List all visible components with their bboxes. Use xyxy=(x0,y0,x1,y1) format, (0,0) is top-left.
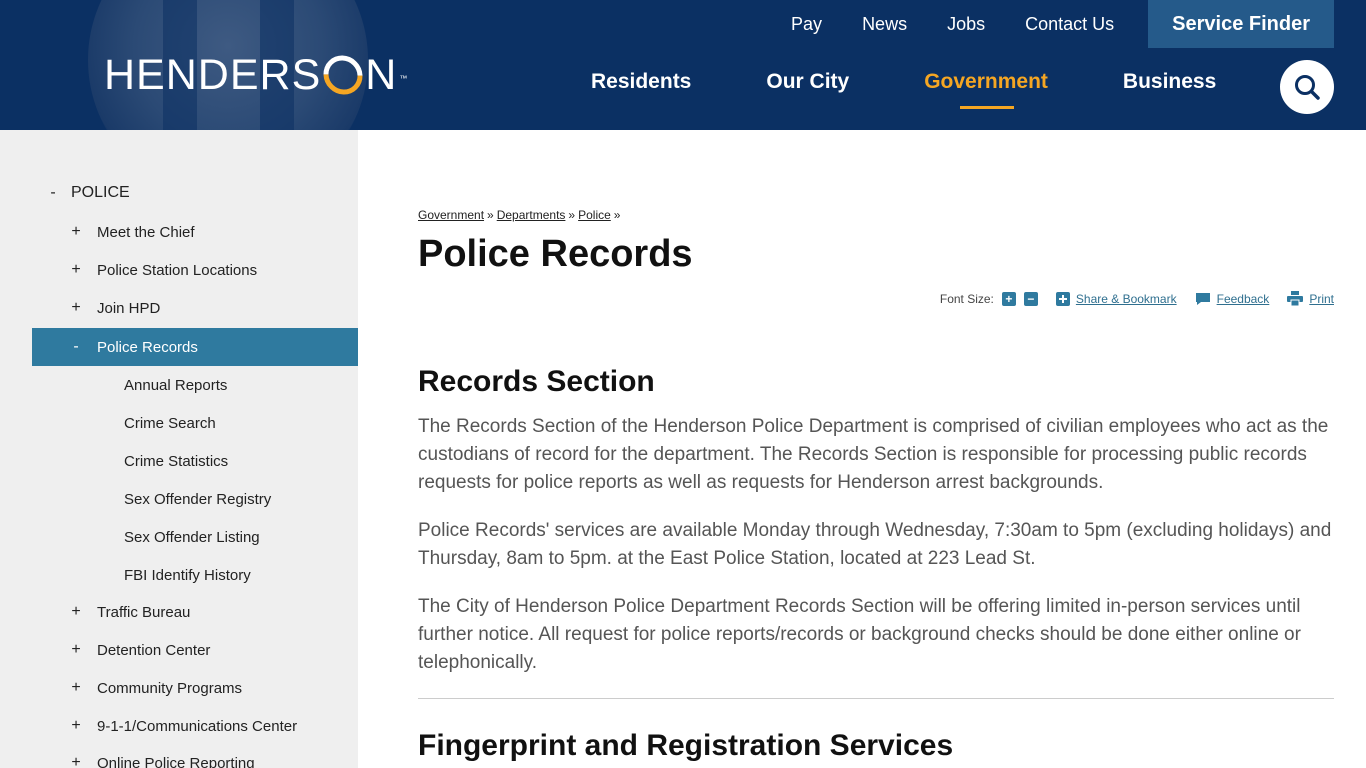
page-tools: Font Size: + − Share & Bookmark Feedback… xyxy=(940,291,1334,306)
breadcrumb-separator: » xyxy=(487,208,494,222)
nav-government[interactable]: Government xyxy=(924,70,1048,109)
sidebar-item-label: Crime Search xyxy=(124,414,216,432)
sidebar-item-fbi-identify-history[interactable]: FBI Identify History xyxy=(32,556,358,594)
logo-trademark: ™ xyxy=(399,74,409,83)
sidebar-item-label: Community Programs xyxy=(97,679,243,697)
sidebar-item-label: 9-1-1/Communications Center xyxy=(97,717,298,735)
sidebar-item-label: Crime Statistics xyxy=(124,452,229,470)
util-link-contact-us[interactable]: Contact Us xyxy=(1025,14,1114,35)
sidebar-item-label: Sex Offender Listing xyxy=(124,528,260,546)
page-title: Police Records xyxy=(418,233,693,275)
sidebar-item-crime-search[interactable]: Crime Search xyxy=(32,404,358,442)
search-button[interactable] xyxy=(1280,60,1334,114)
sidebar-item-sex-offender-registry[interactable]: Sex Offender Registry xyxy=(32,480,358,518)
records-paragraph-1: The Records Section of the Henderson Pol… xyxy=(418,416,1329,493)
expand-icon[interactable]: + xyxy=(69,261,83,279)
henderson-logo[interactable]: HENDERS N ™ xyxy=(104,47,408,103)
expand-icon[interactable]: + xyxy=(69,603,83,621)
breadcrumb-police[interactable]: Police xyxy=(578,208,611,222)
collapse-icon[interactable]: - xyxy=(69,338,83,356)
sidebar-item-traffic-bureau[interactable]: + Traffic Bureau xyxy=(32,593,358,631)
sidebar-item-label: Police Station Locations xyxy=(97,261,258,279)
search-icon xyxy=(1295,75,1320,100)
util-link-jobs[interactable]: Jobs xyxy=(947,14,985,35)
font-size-label: Font Size: xyxy=(939,291,994,306)
breadcrumb-departments[interactable]: Departments xyxy=(497,208,566,222)
printer-icon xyxy=(1287,291,1304,306)
expand-icon[interactable]: + xyxy=(69,679,83,697)
font-increase-button[interactable]: + xyxy=(1001,291,1016,306)
sidebar-nav: - POLICE + Meet the Chief + Police Stati… xyxy=(0,130,358,768)
sidebar-item-label: FBI Identify History xyxy=(124,566,251,584)
breadcrumb-government[interactable]: Government xyxy=(418,208,484,222)
expand-icon[interactable]: + xyxy=(69,299,83,317)
records-section-heading: Records Section xyxy=(418,365,655,398)
records-paragraph-3: The City of Henderson Police Department … xyxy=(418,596,1301,673)
expand-icon[interactable]: + xyxy=(69,641,83,659)
font-decrease-button[interactable]: − xyxy=(1023,291,1038,306)
breadcrumb: Government» Departments» Police» xyxy=(418,208,623,222)
service-finder-button[interactable]: Service Finder xyxy=(1148,0,1334,48)
sidebar-item-label: Online Police Reporting xyxy=(97,754,255,768)
utility-nav: Pay News Jobs Contact Us Service Finder xyxy=(751,0,1334,48)
section-divider xyxy=(418,698,1334,699)
sidebar-item-communications-center[interactable]: + 9-1-1/Communications Center xyxy=(32,707,358,745)
sidebar-item-join-hpd[interactable]: + Join HPD xyxy=(32,289,358,327)
sidebar-item-label: Traffic Bureau xyxy=(97,603,191,621)
sidebar-item-online-police-reporting[interactable]: + Online Police Reporting xyxy=(32,744,358,768)
collapse-icon[interactable]: - xyxy=(46,184,60,202)
sidebar-item-police-station-locations[interactable]: + Police Station Locations xyxy=(32,251,358,289)
sidebar-item-label: Meet the Chief xyxy=(97,223,195,241)
util-link-news[interactable]: News xyxy=(862,14,907,35)
util-link-pay[interactable]: Pay xyxy=(791,14,822,35)
logo-text-start: HENDERS xyxy=(104,51,322,99)
sidebar-item-police[interactable]: - POLICE xyxy=(32,174,358,212)
sidebar-item-community-programs[interactable]: + Community Programs xyxy=(32,669,358,707)
share-bookmark-link[interactable]: Share & Bookmark xyxy=(1055,291,1177,306)
print-label: Print xyxy=(1309,291,1334,306)
records-paragraph-2: Police Records' services are available M… xyxy=(418,520,1332,569)
logo-text-end: N xyxy=(365,51,398,99)
sidebar-item-label: Annual Reports xyxy=(124,376,228,394)
sidebar-item-crime-statistics[interactable]: Crime Statistics xyxy=(32,442,358,480)
plus-box-icon xyxy=(1055,291,1070,306)
fingerprint-section-heading: Fingerprint and Registration Services xyxy=(418,729,954,762)
expand-icon[interactable]: + xyxy=(69,717,83,735)
sidebar-item-label: Sex Offender Registry xyxy=(124,490,272,508)
main-nav: Residents Our City Government Business xyxy=(591,70,1291,109)
sidebar-item-label: POLICE xyxy=(71,184,130,201)
print-link[interactable]: Print xyxy=(1287,291,1334,306)
sidebar-item-annual-reports[interactable]: Annual Reports xyxy=(32,366,358,404)
breadcrumb-separator: » xyxy=(568,208,576,222)
logo-o-mark xyxy=(315,47,371,103)
share-bookmark-label: Share & Bookmark xyxy=(1075,291,1177,306)
sidebar-item-police-records[interactable]: - Police Records xyxy=(32,328,358,366)
sidebar-item-sex-offender-listing[interactable]: Sex Offender Listing xyxy=(32,518,358,556)
sidebar-item-meet-the-chief[interactable]: + Meet the Chief xyxy=(32,213,358,251)
feedback-link[interactable]: Feedback xyxy=(1195,291,1270,306)
nav-our-city[interactable]: Our City xyxy=(766,70,849,94)
sidebar-item-label: Police Records xyxy=(97,338,198,356)
speech-bubble-icon xyxy=(1195,292,1211,306)
expand-icon[interactable]: + xyxy=(69,223,83,241)
sidebar-item-label: Join HPD xyxy=(97,299,161,317)
nav-business[interactable]: Business xyxy=(1123,70,1216,94)
expand-icon[interactable]: + xyxy=(69,754,83,768)
sidebar-item-label: Detention Center xyxy=(97,641,211,659)
site-header: HENDERS N ™ Pay News Jobs Contact Us Ser… xyxy=(0,0,1366,130)
breadcrumb-separator: » xyxy=(613,208,621,222)
sidebar-item-detention-center[interactable]: + Detention Center xyxy=(32,631,358,669)
nav-residents[interactable]: Residents xyxy=(591,70,691,94)
feedback-label: Feedback xyxy=(1216,291,1270,306)
